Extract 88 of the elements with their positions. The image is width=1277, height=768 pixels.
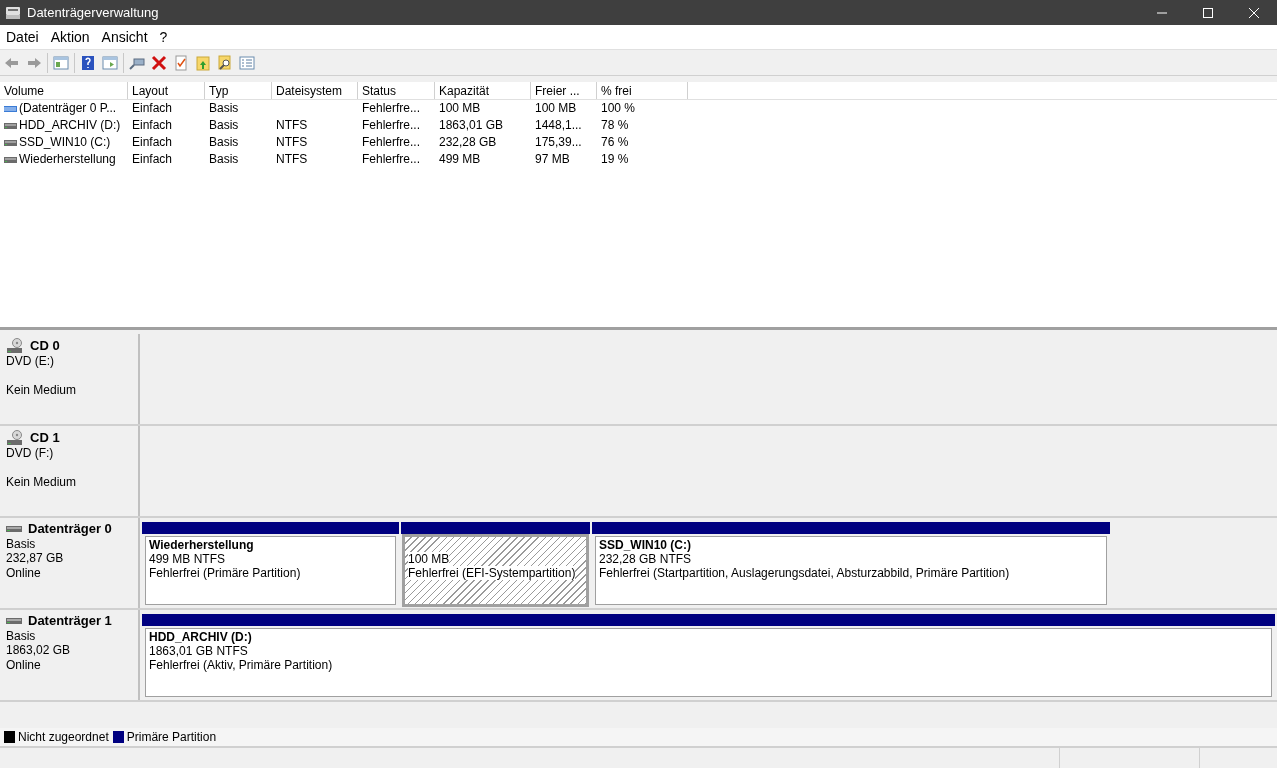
table-cell: 100 % — [601, 100, 636, 117]
table-cell: Fehlerfre... — [362, 100, 421, 117]
drive-icon — [4, 121, 17, 130]
disk-detail: DVD (F:) — [6, 446, 55, 461]
disk-detail: Basis — [6, 628, 37, 643]
table-cell: Wiederherstellung — [19, 151, 116, 168]
table-cell: 76 % — [601, 134, 629, 151]
media-status: Kein Medium — [6, 475, 78, 490]
table-cell: Einfach — [132, 117, 173, 134]
table-cell: Fehlerfre... — [362, 117, 421, 134]
disk-detail: 1863,02 GB — [6, 643, 72, 658]
table-cell: Einfach — [132, 134, 173, 151]
optical-drive-icon — [6, 338, 24, 354]
column-header[interactable]: Freier ... — [531, 82, 597, 99]
disk-name: CD 1 — [30, 430, 60, 446]
table-cell: Basis — [209, 117, 239, 134]
app-icon — [5, 5, 21, 20]
drive-icon — [4, 155, 17, 164]
optical-drive-icon — [6, 430, 24, 446]
disk-info-panel[interactable]: Datenträger 1 Basis 1863,02 GB Online — [0, 610, 140, 700]
disk-info-panel[interactable]: CD 1 DVD (F:) Kein Medium — [0, 426, 140, 516]
volume-row[interactable]: SSD_WIN10 (C:) Einfach Basis NTFS Fehlerfre... 232,28 GB 175,39... 76 % — [0, 134, 1277, 151]
table-cell: 100 MB — [439, 100, 481, 117]
table-cell: 97 MB — [535, 151, 570, 168]
disk-name: CD 0 — [30, 338, 60, 354]
column-header[interactable]: Volume — [0, 82, 128, 99]
column-header[interactable]: Kapazität — [435, 82, 531, 99]
table-cell: 19 % — [601, 151, 629, 168]
table-cell: 1448,1... — [535, 117, 582, 134]
table-cell: 78 % — [601, 117, 629, 134]
disk-info-panel[interactable]: CD 0 DVD (E:) Kein Medium — [0, 334, 140, 424]
table-cell: NTFS — [276, 151, 308, 168]
partition-name: SSD_WIN10 (C:) — [599, 538, 692, 552]
table-cell: Einfach — [132, 151, 173, 168]
table-cell: 499 MB — [439, 151, 481, 168]
table-cell: 175,39... — [535, 134, 582, 151]
table-cell: 232,28 GB — [439, 134, 497, 151]
disk-name: Datenträger 1 — [28, 614, 112, 629]
table-cell: SSD_WIN10 (C:) — [19, 134, 111, 151]
disk-info-panel[interactable]: Datenträger 0 Basis 232,87 GB Online — [0, 518, 140, 608]
window-title: Datenträgerverwaltung — [27, 3, 159, 22]
disk-detail: 232,87 GB — [6, 551, 65, 566]
disk-detail: Online — [6, 657, 42, 672]
table-cell: Basis — [209, 134, 239, 151]
disk-detail: DVD (E:) — [6, 354, 55, 369]
column-header[interactable]: Status — [358, 82, 435, 99]
table-cell: NTFS — [276, 134, 308, 151]
partition-size: 1863,01 GB NTFS — [149, 644, 249, 658]
partition-size: 100 MB — [408, 552, 451, 566]
table-cell: Basis — [209, 100, 239, 117]
media-status: Kein Medium — [6, 383, 78, 398]
menu-item[interactable]: Datei — [0, 26, 45, 48]
partition-size: 232,28 GB NTFS — [599, 552, 693, 566]
volume-row[interactable]: HDD_ARCHIV (D:) Einfach Basis NTFS Fehlerfre... 1863,01 GB 1448,1... 78 % — [0, 117, 1277, 134]
menu-item[interactable]: ? — [153, 26, 174, 48]
table-cell: HDD_ARCHIV (D:) — [19, 117, 121, 134]
column-header[interactable]: Typ — [205, 82, 272, 99]
table-cell: Einfach — [132, 100, 173, 117]
partition-size: 499 MB NTFS — [149, 552, 227, 566]
disk-name: Datenträger 0 — [28, 522, 112, 537]
partition-status: Fehlerfrei (EFI-Systempartition) — [408, 566, 577, 580]
menu-item[interactable]: Aktion — [44, 26, 96, 48]
volume-row[interactable]: Wiederherstellung Einfach Basis NTFS Fehlerfre... 499 MB 97 MB 19 % — [0, 151, 1277, 168]
close-icon[interactable] — [1249, 7, 1259, 18]
table-cell: Fehlerfre... — [362, 134, 421, 151]
partition-status: Fehlerfrei (Startpartition, Auslagerungsdatei, Absturzabbild, Primäre Partition) — [599, 566, 1011, 580]
drive-icon — [4, 138, 17, 147]
partition-icon — [4, 104, 17, 113]
disk-detail: Online — [6, 565, 42, 580]
partition-name: Wiederherstellung — [149, 538, 255, 552]
legend-label: Primäre Partition — [126, 729, 217, 746]
table-cell: NTFS — [276, 117, 308, 134]
table-cell: Basis — [209, 151, 239, 168]
menu-item[interactable]: Ansicht — [95, 26, 154, 48]
table-cell: Fehlerfre... — [362, 151, 421, 168]
maximize-icon[interactable] — [1203, 7, 1213, 18]
table-cell: 100 MB — [535, 100, 577, 117]
volume-row[interactable]: (Datenträger 0 P... Einfach Basis Fehlerfre... 100 MB 100 MB 100 % — [0, 100, 1277, 117]
legend-label: Nicht zugeordnet — [18, 729, 109, 746]
table-cell: (Datenträger 0 P... — [19, 100, 117, 117]
column-header[interactable]: Dateisystem — [272, 82, 358, 99]
table-cell: 1863,01 GB — [439, 117, 504, 134]
partition-name: HDD_ARCHIV (D:) — [149, 630, 253, 644]
column-header[interactable]: % frei — [597, 82, 688, 99]
partition-status: Fehlerfrei (Aktiv, Primäre Partition) — [149, 658, 334, 672]
disk-detail: Basis — [6, 536, 37, 551]
column-header[interactable]: Layout — [128, 82, 205, 99]
partition-status: Fehlerfrei (Primäre Partition) — [149, 566, 302, 580]
